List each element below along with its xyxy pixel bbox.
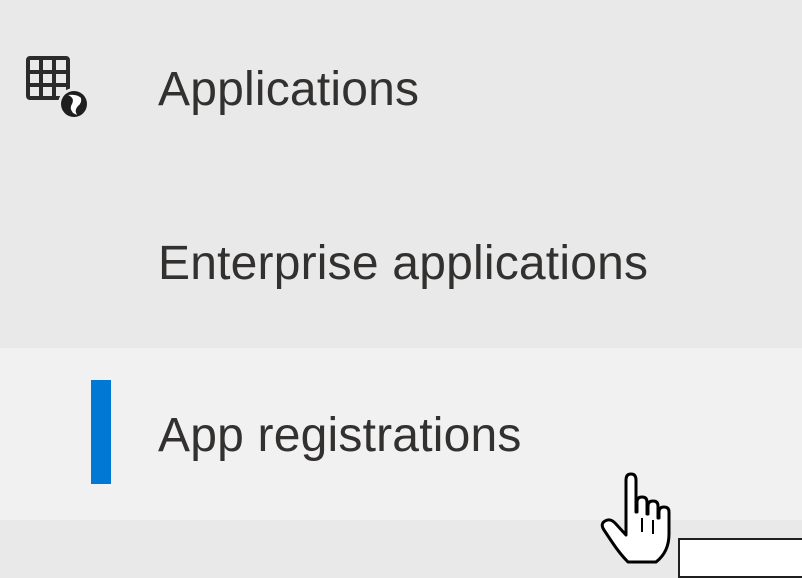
nav-item-enterprise-applications[interactable]: Enterprise applications xyxy=(0,178,802,348)
hand-pointer-cursor-icon xyxy=(600,472,671,564)
selection-indicator xyxy=(91,380,111,484)
nav-group-label: Applications xyxy=(158,63,420,116)
navigation-sidebar: Applications Enterprise applications App… xyxy=(0,0,802,567)
nav-item-label: App registrations xyxy=(158,409,522,462)
nav-item-label: Enterprise applications xyxy=(158,237,649,290)
nav-item-app-registrations[interactable]: App registrations xyxy=(0,348,802,520)
tooltip xyxy=(678,538,802,578)
applications-globe-icon xyxy=(26,56,90,120)
nav-group-applications[interactable]: Applications xyxy=(0,0,802,178)
